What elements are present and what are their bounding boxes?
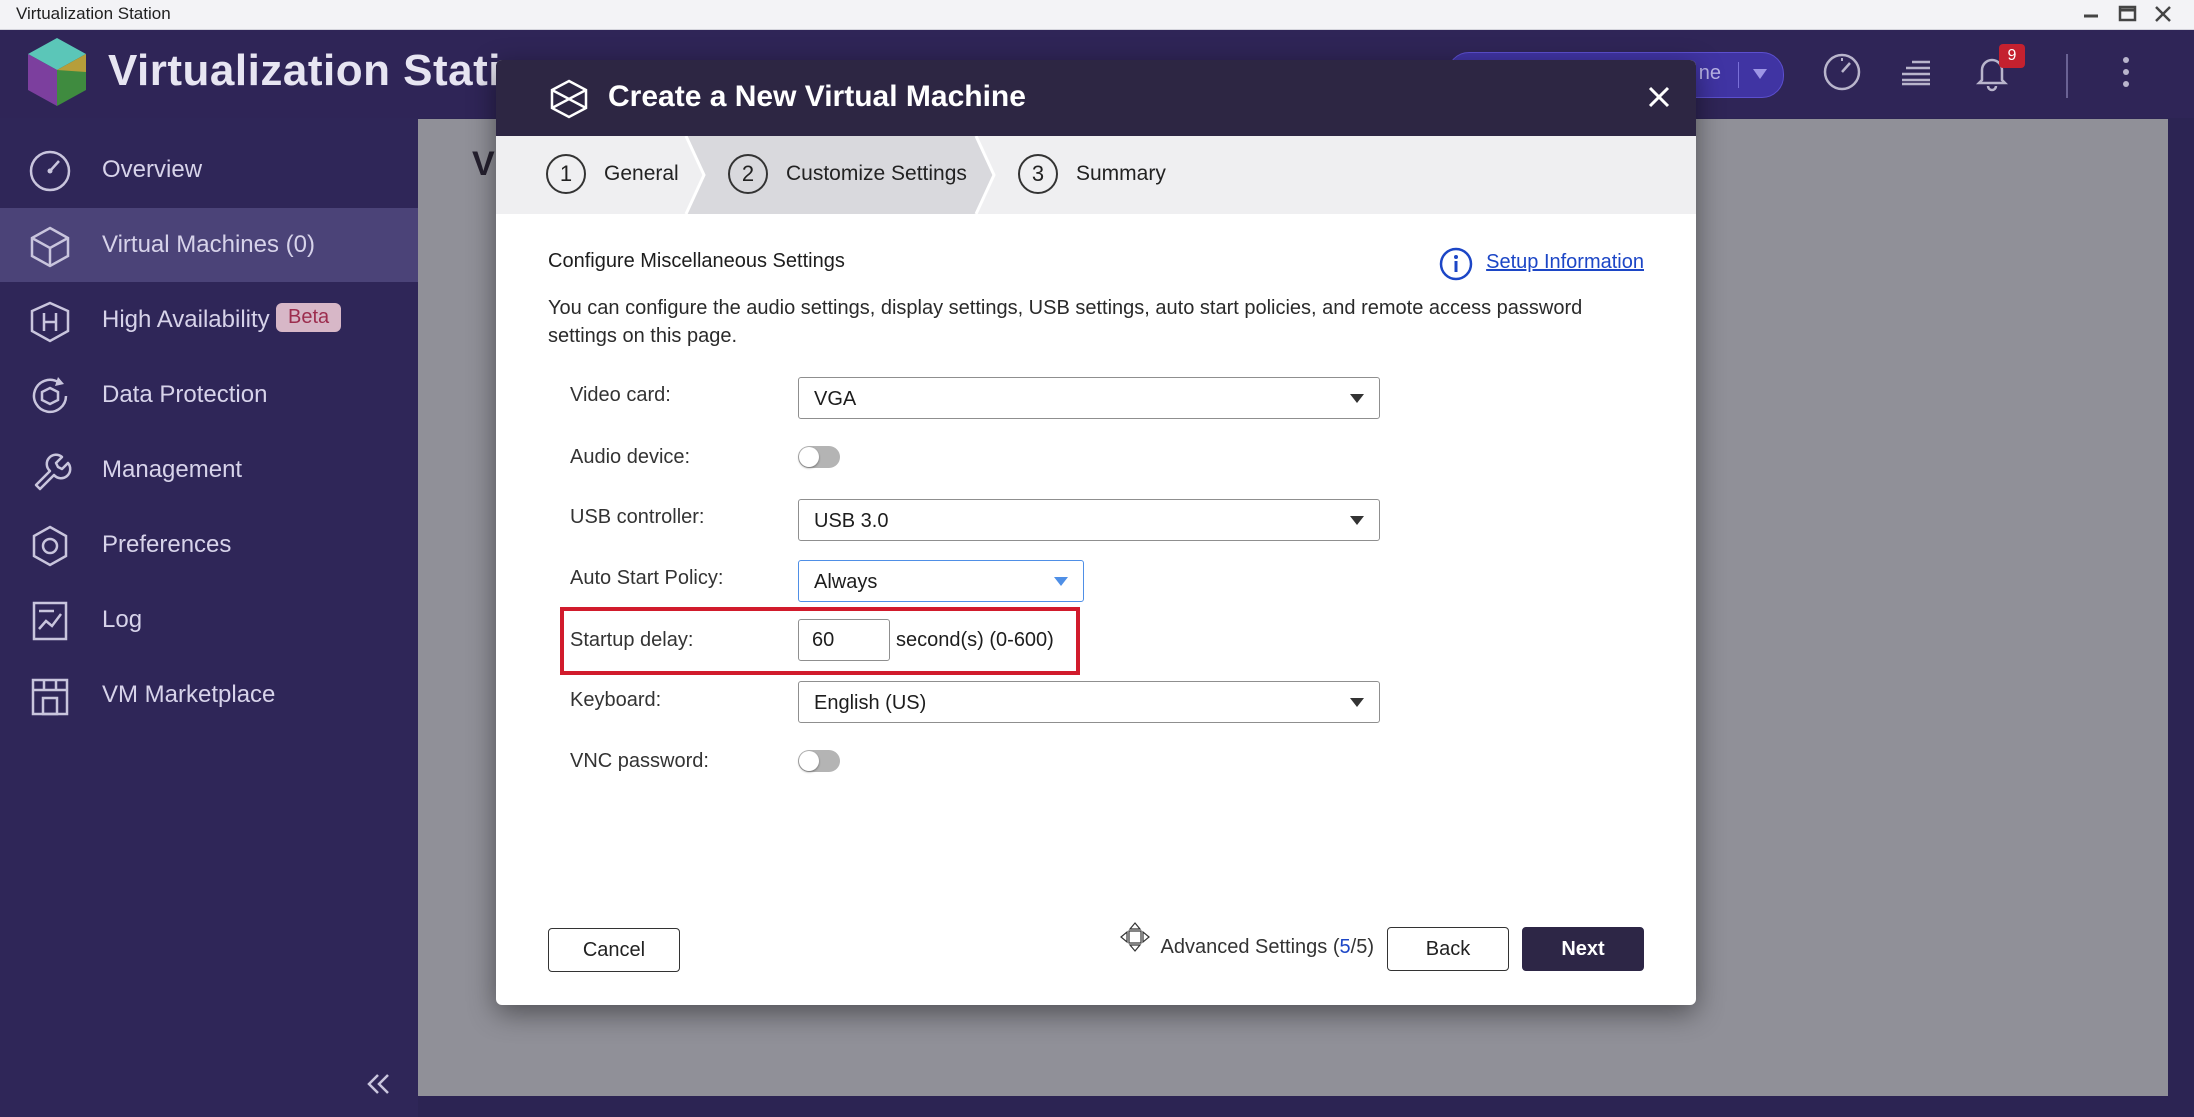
- sidebar-item-label: VM Marketplace: [102, 681, 276, 708]
- vm-cube-icon: [548, 78, 590, 120]
- next-button[interactable]: Next: [1522, 927, 1644, 971]
- keyboard-label: Keyboard:: [570, 689, 662, 711]
- keyboard-select[interactable]: English (US): [798, 681, 1380, 723]
- advanced-settings-link[interactable]: Advanced Settings (5/5): [1161, 936, 1374, 959]
- step-label: General: [604, 162, 679, 185]
- sidebar-item-overview[interactable]: Overview: [0, 133, 418, 207]
- maximize-icon[interactable]: [2112, 2, 2142, 26]
- create-vm-dialog: Create a New Virtual Machine 1 General 2…: [496, 60, 1696, 1005]
- sidebar-item-management[interactable]: Management: [0, 433, 418, 507]
- step-number: 1: [546, 154, 586, 194]
- advanced-settings-total: 5: [1356, 936, 1368, 958]
- setup-information: Setup Information: [1424, 246, 1644, 281]
- info-icon[interactable]: [1438, 246, 1474, 282]
- task-stack-icon[interactable]: [1894, 50, 1938, 94]
- sidebar-item-label: High Availability: [102, 306, 270, 333]
- audio-device-toggle[interactable]: [798, 446, 840, 468]
- advanced-settings-close: ): [1367, 936, 1374, 958]
- shield-cycle-icon: [28, 374, 72, 418]
- step-label: Customize Settings: [786, 162, 967, 185]
- dialog-header: Create a New Virtual Machine: [496, 60, 1696, 136]
- caret-down-icon[interactable]: [1751, 67, 1769, 81]
- step-general: 1 General: [496, 136, 696, 214]
- step-number: 2: [728, 154, 768, 194]
- collapse-sidebar-icon[interactable]: [362, 1070, 394, 1098]
- header-divider: [2066, 54, 2068, 98]
- app-name: Virtualization Station: [108, 46, 556, 95]
- advanced-settings-label: Advanced Settings (: [1160, 936, 1340, 958]
- beta-badge: Beta: [276, 303, 342, 332]
- cancel-button[interactable]: Cancel: [548, 928, 680, 972]
- os-title-bar: Virtualization Station: [0, 0, 2194, 30]
- sidebar-item-preferences[interactable]: Preferences: [0, 508, 418, 582]
- move-cursor-icon: [1120, 922, 1150, 952]
- step-customize-settings: 2 Customize Settings: [696, 136, 986, 214]
- wizard-steps: 1 General 2 Customize Settings 3 Summary: [496, 136, 1696, 214]
- back-button[interactable]: Back: [1387, 927, 1509, 971]
- log-icon: [28, 599, 72, 643]
- audio-device-label: Audio device:: [570, 446, 691, 468]
- advanced-settings-current: 5: [1339, 936, 1351, 958]
- pill-divider: [1738, 62, 1739, 88]
- sidebar-item-label: Data Protection: [102, 381, 268, 408]
- caret-down-icon: [1349, 515, 1365, 527]
- account-pill-text: ne: [1698, 62, 1721, 84]
- sidebar-item-label: Overview: [102, 156, 203, 183]
- keyboard-value: English (US): [814, 692, 927, 714]
- auto-start-policy-value: Always: [814, 571, 878, 593]
- close-icon[interactable]: [1646, 84, 1672, 110]
- wrench-icon: [28, 449, 72, 493]
- dialog-title: Create a New Virtual Machine: [608, 80, 1026, 113]
- dashboard-gauge-icon[interactable]: [1820, 50, 1864, 94]
- sidebar-item-virtual-machines[interactable]: Virtual Machines (0): [0, 208, 418, 282]
- store-icon: [28, 674, 72, 718]
- sidebar-item-vm-marketplace[interactable]: VM Marketplace: [0, 658, 418, 732]
- step-number: 3: [1018, 154, 1058, 194]
- sidebar-item-high-availability[interactable]: High Availability Beta: [0, 283, 418, 357]
- usb-controller-label: USB controller:: [570, 506, 705, 528]
- sidebar-item-label: Preferences: [102, 531, 232, 558]
- sidebar-item-log[interactable]: Log: [0, 583, 418, 657]
- usb-controller-select[interactable]: USB 3.0: [798, 499, 1380, 541]
- toggle-knob: [799, 447, 819, 467]
- caret-down-icon: [1349, 393, 1365, 405]
- video-card-select[interactable]: VGA: [798, 377, 1380, 419]
- auto-start-policy-label: Auto Start Policy:: [570, 567, 724, 589]
- notification-count-badge: 9: [1999, 44, 2025, 68]
- usb-controller-value: USB 3.0: [814, 510, 889, 532]
- video-card-value: VGA: [814, 388, 857, 410]
- cube-icon: [28, 224, 72, 268]
- sidebar-item-label: Management: [102, 456, 243, 483]
- step-label: Summary: [1076, 162, 1166, 185]
- os-window-title: Virtualization Station: [16, 4, 171, 23]
- video-card-label: Video card:: [570, 384, 671, 406]
- sidebar: Overview Virtual Machines (0) High Avail…: [0, 118, 418, 1117]
- caret-down-icon: [1349, 697, 1365, 709]
- window-close-icon[interactable]: [2148, 2, 2178, 26]
- step-summary: 3 Summary: [996, 136, 1296, 214]
- sidebar-item-label: Log: [102, 606, 143, 633]
- vnc-password-label: VNC password:: [570, 750, 709, 772]
- ha-icon: [28, 299, 72, 343]
- gauge-icon: [28, 149, 72, 193]
- setup-information-link[interactable]: Setup Information: [1486, 251, 1644, 274]
- startup-delay-label: Startup delay:: [570, 629, 694, 651]
- sidebar-item-data-protection[interactable]: Data Protection: [0, 358, 418, 432]
- vnc-password-toggle[interactable]: [798, 750, 840, 772]
- section-title: Configure Miscellaneous Settings: [548, 250, 845, 272]
- startup-delay-unit: second(s) (0-600): [896, 629, 1054, 651]
- auto-start-policy-select[interactable]: Always: [798, 560, 1084, 602]
- app-logo-icon: [24, 36, 90, 108]
- sidebar-item-label: Virtual Machines (0): [102, 231, 315, 258]
- startup-delay-input[interactable]: [798, 619, 890, 661]
- gear-icon: [28, 524, 72, 568]
- dialog-description: You can configure the audio settings, di…: [548, 297, 1583, 347]
- more-options-icon[interactable]: [2104, 50, 2148, 94]
- toggle-knob: [799, 751, 819, 771]
- caret-down-icon: [1053, 576, 1069, 588]
- minimize-icon[interactable]: [2076, 2, 2106, 26]
